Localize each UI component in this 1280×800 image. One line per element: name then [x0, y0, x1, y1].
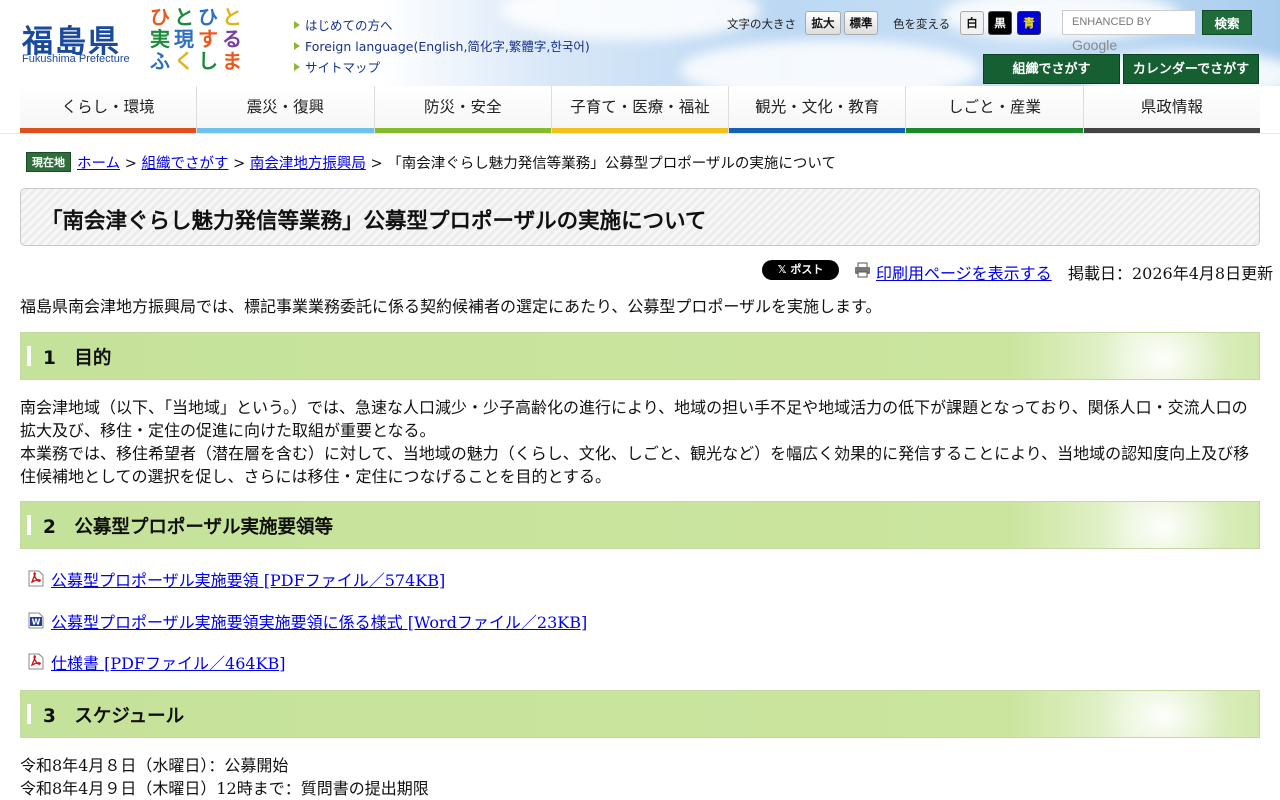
pdf-icon: [28, 570, 44, 587]
purpose-text: 南会津地域（以下、「当地域」という。）では、急速な人口減少・少子高齢化の進行によ…: [20, 396, 1260, 488]
nav-item-safety[interactable]: 防災・安全: [374, 86, 552, 133]
arrow-icon: [294, 21, 300, 29]
page-title: 「南会津ぐらし魅力発信等業務」公募型プロポーザルの実施について: [41, 209, 707, 234]
section-heading-purpose: 1 目的: [20, 332, 1260, 380]
emblem-char: ふ: [150, 49, 170, 73]
link-label: はじめての方へ: [305, 18, 393, 33]
file-link-pdf-guidelines[interactable]: 公募型プロポーザル実施要領 [PDFファイル／574KB]: [51, 571, 445, 590]
search-button[interactable]: 検索: [1202, 10, 1252, 35]
nav-label: 観光・文化・教育: [755, 98, 880, 116]
section-title: 1 目的: [43, 348, 112, 369]
breadcrumb-org[interactable]: 組織でさがす: [141, 156, 228, 172]
file-item: W 公募型プロポーザル実施要領実施要領に係る様式 [Wordファイル／23KB]: [28, 609, 587, 633]
heading-glow: [1099, 502, 1229, 548]
breadcrumb-home[interactable]: ホーム: [77, 156, 120, 172]
breadcrumb-office[interactable]: 南会津地方振興局: [250, 156, 366, 172]
color-blue-button[interactable]: 青: [1017, 11, 1041, 35]
nav-label: 防災・安全: [423, 98, 502, 116]
section-title: 3 スケジュール: [43, 706, 185, 727]
calendar-search-button[interactable]: カレンダーでさがす: [1123, 54, 1259, 84]
nav-label: 震災・復興: [246, 98, 325, 116]
pdf-icon: [28, 653, 44, 670]
link-sitemap[interactable]: サイトマップ: [294, 58, 590, 79]
nav-label: 県政情報: [1140, 98, 1203, 116]
nav-label: くらし・環境: [61, 98, 155, 116]
global-nav: くらし・環境 震災・復興 防災・安全 子育て・医療・福祉 観光・文化・教育 しご…: [20, 86, 1260, 133]
emblem-char: す: [198, 27, 218, 51]
font-enlarge-button[interactable]: 拡大: [805, 11, 841, 35]
emblem-char: ひ: [198, 5, 218, 29]
arrow-icon: [294, 63, 300, 71]
section-title: 2 公募型プロポーザル実施要領等: [43, 517, 334, 538]
prefecture-logo-subtitle: Fukushima Prefecture: [22, 53, 130, 65]
nav-label: しごと・産業: [948, 98, 1042, 116]
link-label: サイトマップ: [305, 60, 381, 75]
intro-text: 福島県南会津地方振興局では、標記事業業務委託に係る契約候補者の選定にあたり、公募…: [20, 297, 882, 316]
emblem-char: く: [174, 49, 194, 73]
link-label: Foreign language(English,简化字,繁體字,한국어): [305, 39, 590, 54]
color-change-label: 色を変える: [893, 17, 951, 31]
file-link-pdf-specification[interactable]: 仕様書 [PDFファイル／464KB]: [51, 654, 286, 673]
emblem-char: と: [174, 5, 194, 29]
font-standard-button[interactable]: 標準: [844, 11, 878, 35]
x-post-button[interactable]: 𝕏 ポスト: [762, 260, 839, 280]
emblem-char: ひ: [150, 5, 170, 29]
word-icon: W: [28, 612, 44, 629]
heading-stripe: [27, 704, 31, 724]
heading-stripe: [27, 515, 31, 535]
search-placeholder-prefix: ENHANCED BY: [1072, 16, 1152, 28]
search-input[interactable]: ENHANCED BY Google: [1062, 10, 1196, 53]
nav-divider: [0, 133, 1280, 134]
font-size-label: 文字の大きさ: [727, 17, 796, 31]
nav-item-reconstruction[interactable]: 震災・復興: [197, 86, 375, 133]
heading-glow: [1099, 691, 1229, 737]
emblem-char: ま: [222, 49, 242, 73]
breadcrumb-separator: >: [370, 156, 383, 172]
nav-label: 子育て・医療・福祉: [570, 98, 710, 116]
purpose-line: 南会津地域（以下、「当地域」という。）では、急速な人口減少・少子高齢化の進行によ…: [20, 398, 1248, 440]
slogan-emblem: ひとひと 実現する ふくしま: [148, 6, 248, 78]
nav-item-welfare[interactable]: 子育て・医療・福祉: [551, 86, 730, 133]
schedule-line: 令和8年4月８日（水曜日）：公募開始: [20, 756, 289, 775]
post-date: 掲載日：2026年4月8日更新: [1068, 264, 1274, 283]
emblem-char: る: [222, 27, 242, 51]
emblem-char: 現: [174, 27, 194, 51]
site-header: 福島県 Fukushima Prefecture ひとひと 実現する ふくしま …: [0, 0, 1280, 86]
link-first-visit[interactable]: はじめての方へ: [294, 16, 590, 37]
purpose-line: 本業務では、移住希望者（潜在層を含む）に対して、当地域の魅力（くらし、文化、しご…: [20, 444, 1250, 486]
current-location-badge: 現在地: [26, 152, 71, 172]
arrow-icon: [294, 42, 300, 50]
nav-item-tourism[interactable]: 観光・文化・教育: [729, 86, 907, 133]
nav-item-living[interactable]: くらし・環境: [20, 86, 198, 133]
section-heading-schedule: 3 スケジュール: [20, 690, 1260, 738]
google-logo: Google: [1072, 37, 1118, 53]
breadcrumb-separator: >: [233, 156, 246, 172]
schedule-line: 令和8年4月９日（木曜日）12時まで：質問書の提出期限: [20, 779, 429, 798]
emblem-char: し: [198, 49, 218, 73]
link-foreign-language[interactable]: Foreign language(English,简化字,繁體字,한국어): [294, 37, 590, 58]
file-item: 公募型プロポーザル実施要領 [PDFファイル／574KB]: [28, 567, 445, 591]
breadcrumb: 現在地 ホーム > 組織でさがす > 南会津地方振興局 > 「南会津ぐらし魅力発信…: [26, 152, 836, 173]
svg-text:W: W: [32, 618, 41, 627]
printer-icon: [855, 262, 870, 278]
schedule-text: 令和8年4月８日（水曜日）：公募開始 令和8年4月９日（木曜日）12時まで：質問…: [20, 754, 1260, 800]
heading-stripe: [27, 346, 31, 366]
breadcrumb-current: 「南会津ぐらし魅力発信等業務」公募型プロポーザルの実施について: [387, 156, 836, 172]
file-link-word-forms[interactable]: 公募型プロポーザル実施要領実施要領に係る様式 [Wordファイル／23KB]: [51, 613, 587, 632]
nav-item-work[interactable]: しごと・産業: [906, 86, 1084, 133]
emblem-char: と: [222, 5, 242, 29]
quick-links: はじめての方へ Foreign language(English,简化字,繁體字…: [294, 16, 590, 79]
color-white-button[interactable]: 白: [960, 11, 984, 35]
color-black-button[interactable]: 黒: [988, 11, 1012, 35]
file-item: 仕様書 [PDFファイル／464KB]: [28, 650, 286, 674]
emblem-char: 実: [150, 27, 170, 51]
page-title-box: 「南会津ぐらし魅力発信等業務」公募型プロポーザルの実施について: [20, 188, 1260, 246]
org-search-button[interactable]: 組織でさがす: [983, 54, 1120, 84]
breadcrumb-separator: >: [124, 156, 137, 172]
nav-item-government[interactable]: 県政情報: [1083, 86, 1260, 133]
section-heading-guidelines: 2 公募型プロポーザル実施要領等: [20, 501, 1260, 549]
heading-glow: [1099, 333, 1229, 379]
print-page-link[interactable]: 印刷用ページを表示する: [876, 260, 1052, 284]
